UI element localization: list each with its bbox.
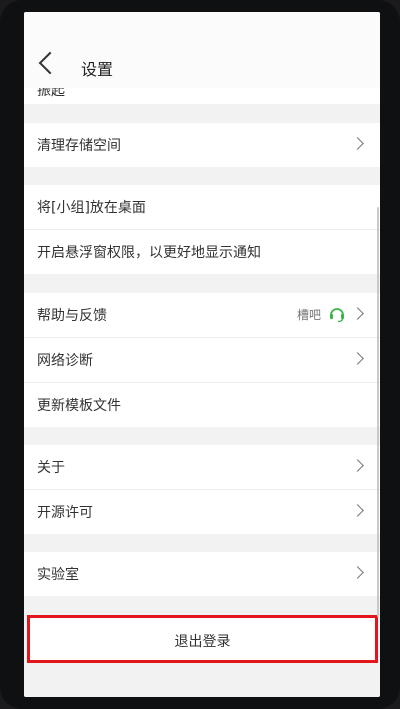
back-arrow-icon[interactable] xyxy=(38,51,62,75)
settings-screen: 设置 振起 清理存储空间 将[小组]放在桌面 开启悬浮窗权限，以更好地显示通知 … xyxy=(24,12,380,697)
list-item-about[interactable]: 关于 xyxy=(24,445,380,489)
list-item-clear-storage[interactable]: 清理存储空间 xyxy=(24,123,380,167)
logout-button[interactable]: 退出登录 xyxy=(27,615,378,663)
help-badge-text: 槽吧 xyxy=(296,308,321,322)
floating-window-label: 开启悬浮窗权限，以更好地显示通知 xyxy=(37,245,261,261)
list-item-update-template[interactable]: 更新模板文件 xyxy=(24,383,380,427)
network-diagnosis-label: 网络诊断 xyxy=(37,353,93,369)
chevron-right-icon xyxy=(351,352,364,365)
scrollbar[interactable] xyxy=(377,207,379,617)
bottom-spacer xyxy=(24,663,380,697)
clear-storage-label: 清理存储空间 xyxy=(37,138,121,154)
list-item-help-feedback[interactable]: 帮助与反馈 槽吧 xyxy=(24,293,380,337)
open-source-license-label: 开源许可 xyxy=(37,505,93,521)
chevron-right-icon xyxy=(351,459,364,472)
about-label: 关于 xyxy=(37,460,65,476)
lab-label: 实验室 xyxy=(37,567,79,583)
add-to-desktop-label: 将[小组]放在桌面 xyxy=(37,200,146,216)
chevron-right-icon xyxy=(351,307,364,320)
chevron-right-icon xyxy=(351,137,364,150)
help-feedback-label: 帮助与反馈 xyxy=(37,308,107,324)
list-item-floating-window[interactable]: 开启悬浮窗权限，以更好地显示通知 xyxy=(24,230,380,274)
partial-item-label: 振起 xyxy=(37,88,65,99)
page-title: 设置 xyxy=(81,60,114,79)
chevron-right-icon xyxy=(351,504,364,517)
phone-frame: 设置 振起 清理存储空间 将[小组]放在桌面 开启悬浮窗权限，以更好地显示通知 … xyxy=(0,0,400,709)
logout-label: 退出登录 xyxy=(174,634,231,650)
settings-header: 设置 xyxy=(24,12,380,88)
list-item-open-source-license[interactable]: 开源许可 xyxy=(24,490,380,534)
update-template-label: 更新模板文件 xyxy=(37,398,121,414)
chevron-right-icon xyxy=(351,566,364,579)
list-item-add-to-desktop[interactable]: 将[小组]放在桌面 xyxy=(24,185,380,229)
list-item-network-diagnosis[interactable]: 网络诊断 xyxy=(24,338,380,382)
headset-icon xyxy=(330,308,344,323)
list-item-lab[interactable]: 实验室 xyxy=(24,552,380,596)
partial-list-item[interactable]: 振起 xyxy=(24,88,380,104)
